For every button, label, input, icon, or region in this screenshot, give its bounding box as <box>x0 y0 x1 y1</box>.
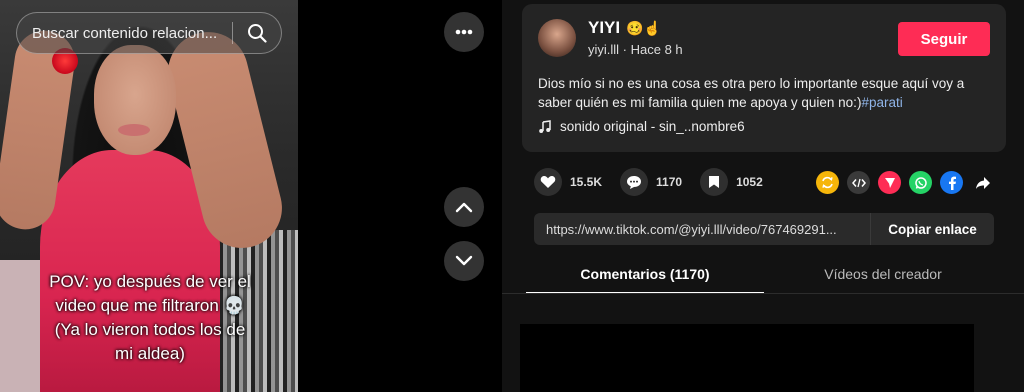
save-action: 1052 <box>700 168 763 196</box>
search-box <box>16 12 282 54</box>
panel-tabs: Comentarios (1170) Vídeos del creador <box>526 256 1002 294</box>
person-face <box>94 45 176 155</box>
send-icon <box>884 177 895 188</box>
music-note-icon <box>539 119 551 133</box>
follow-button[interactable]: Seguir <box>898 22 990 56</box>
search-input[interactable] <box>17 13 232 53</box>
author-meta: yiyi.lll · Hace 8 h <box>588 42 683 57</box>
embed-button[interactable] <box>847 171 870 194</box>
repost-icon <box>822 176 833 189</box>
tab-creator-videos[interactable]: Vídeos del creador <box>764 256 1002 294</box>
comment-count: 1170 <box>656 175 683 189</box>
like-action: 15.5K <box>534 168 602 196</box>
like-count: 15.5K <box>570 175 603 189</box>
details-panel: YIYI 🥴☝ yiyi.lll · Hace 8 h Seguir Dios … <box>502 0 1024 392</box>
whatsapp-icon <box>914 176 927 189</box>
caption-line: POV: yo después de ver el <box>49 272 251 291</box>
more-options-button[interactable] <box>444 12 484 52</box>
copy-link-button[interactable]: Copiar enlace <box>870 213 994 245</box>
engagement-actions: 15.5K 1170 1052 <box>534 166 781 198</box>
send-to-friends-button[interactable] <box>878 171 901 194</box>
author-name: YIYI <box>588 18 621 37</box>
repost-button[interactable] <box>816 171 839 194</box>
facebook-icon <box>948 176 956 190</box>
ellipsis-icon <box>455 29 473 35</box>
music-row[interactable]: sonido original - sin_..nombre6 <box>538 119 745 134</box>
person-lips <box>118 124 150 136</box>
save-count: 1052 <box>736 175 763 189</box>
video-caption-overlay: POV: yo después de ver el video que me f… <box>20 270 280 366</box>
tabs-divider <box>502 293 1024 294</box>
more-share-button[interactable] <box>971 171 994 194</box>
caption-line: mi aldea) <box>115 344 185 363</box>
like-button[interactable] <box>534 168 562 196</box>
copy-link-row: https://www.tiktok.com/@yiyi.lll/video/7… <box>534 213 994 245</box>
comment-button[interactable] <box>620 168 649 196</box>
embed-icon <box>851 178 866 187</box>
video-description: Dios mío si no es una cosa es otra pero … <box>538 74 996 112</box>
save-button[interactable] <box>700 168 729 196</box>
caption-line: (Ya lo vieron todos los de <box>54 320 246 339</box>
comment-bubble-icon <box>627 175 642 189</box>
forward-icon <box>975 176 990 189</box>
next-video-button[interactable] <box>444 241 484 281</box>
heart-icon <box>540 176 556 188</box>
facebook-share-button[interactable] <box>940 171 963 194</box>
caption-line: video que me filtraron 💀 <box>55 296 245 315</box>
hashtag-link[interactable]: #parati <box>861 95 902 110</box>
avatar[interactable] <box>538 19 576 57</box>
previous-video-button[interactable] <box>444 187 484 227</box>
search-button[interactable] <box>233 13 281 53</box>
chevron-up-icon <box>455 202 473 213</box>
author-name-emojis: 🥴☝ <box>626 19 661 36</box>
bookmark-icon <box>709 176 720 188</box>
author-card: YIYI 🥴☝ yiyi.lll · Hace 8 h Seguir Dios … <box>522 4 1006 152</box>
chevron-down-icon <box>455 255 473 266</box>
video-player-area: POV: yo después de ver el video que me f… <box>0 0 502 392</box>
tab-comments[interactable]: Comentarios (1170) <box>526 256 764 294</box>
comment-action: 1170 <box>620 168 682 196</box>
search-icon <box>248 24 267 43</box>
video-frame[interactable]: POV: yo después de ver el video que me f… <box>0 0 298 392</box>
music-title: sonido original - sin_..nombre6 <box>560 119 745 134</box>
comments-placeholder-block <box>520 324 974 392</box>
author-name-row[interactable]: YIYI 🥴☝ <box>588 18 661 38</box>
whatsapp-share-button[interactable] <box>909 171 932 194</box>
share-buttons <box>816 171 994 194</box>
video-link-url[interactable]: https://www.tiktok.com/@yiyi.lll/video/7… <box>534 222 870 237</box>
